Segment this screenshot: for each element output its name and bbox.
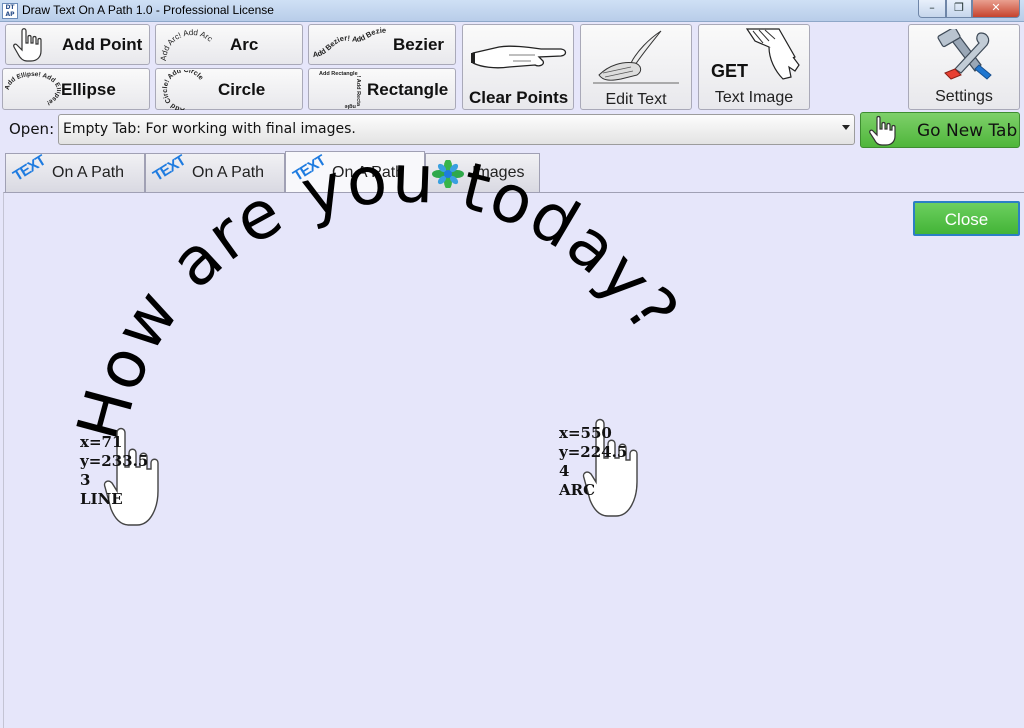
close-window-button[interactable]: ✕	[972, 0, 1020, 18]
rectangle-button[interactable]: Add Rectangle! Add Rectangle Rectangle	[308, 68, 456, 110]
open-dropdown[interactable]: Empty Tab: For working with final images…	[58, 114, 855, 145]
circle-label: Circle	[218, 80, 266, 99]
circle-text-icon: Add Circle! Add Circle	[162, 70, 204, 110]
close-button[interactable]: Close	[913, 201, 1020, 236]
toolbar: Add Point Add Arc! Add Arc Arc Add Bezie…	[0, 22, 1024, 110]
minimize-button[interactable]: –	[918, 0, 946, 18]
edit-text-button[interactable]: Edit Text	[580, 24, 692, 110]
close-label: Close	[944, 210, 989, 229]
edit-text-label: Edit Text	[605, 91, 667, 108]
tab-label: Images	[472, 164, 525, 181]
go-new-tab-label: Go New Tab	[917, 121, 1018, 141]
open-label: Open:	[9, 120, 55, 138]
point-x: x=71	[80, 433, 123, 451]
text-image-label: Text Image	[714, 89, 794, 106]
tab-on-a-path-3[interactable]: TEXT On A Path	[285, 151, 425, 193]
title-bar: DT AP Draw Text On A Path 1.0 - Professi…	[0, 0, 1024, 22]
get-hand-icon: GET	[711, 28, 800, 81]
svg-text:GET: GET	[711, 61, 748, 81]
text-badge-icon: TEXT	[150, 152, 189, 185]
tools-icon	[937, 29, 992, 80]
bezier-button[interactable]: Add Bezier! Add Bezier! Bezier	[308, 24, 456, 65]
svg-text:Add Arc! Add Arc: Add Arc! Add Arc	[160, 28, 214, 61]
svg-text:Add Ellipse! Add Ellipse!: Add Ellipse! Add Ellipse!	[5, 71, 61, 106]
arc-button[interactable]: Add Arc! Add Arc Arc	[155, 24, 303, 65]
svg-text:Add Circle! Add Circle: Add Circle! Add Circle	[162, 70, 204, 110]
add-point-label: Add Point	[62, 35, 143, 54]
text-badge-icon: TEXT	[290, 152, 329, 185]
svg-text:Add Rectangle! Add Rectangle: Add Rectangle! Add Rectangle	[319, 71, 361, 109]
bezier-label: Bezier	[393, 35, 445, 54]
chevron-down-icon	[842, 125, 850, 130]
point-type: ARC	[559, 481, 596, 499]
point-index: 3	[80, 471, 91, 489]
add-point-button[interactable]: Add Point	[5, 24, 150, 65]
settings-label: Settings	[935, 88, 993, 105]
hand-pointer-icon	[869, 115, 896, 146]
tab-strip: TEXT On A Path TEXT On A Path TEXT On A …	[0, 151, 1024, 193]
svg-text:Add Bezier! Add Bezier!: Add Bezier! Add Bezier!	[311, 27, 386, 59]
point-x: x=550	[559, 424, 612, 442]
point-y: y=233.5	[80, 452, 149, 470]
ellipse-text-icon: Add Ellipse! Add Ellipse!	[5, 71, 61, 106]
tab-label: On A Path	[332, 164, 405, 181]
go-new-tab-button[interactable]: Go New Tab	[860, 112, 1020, 148]
tab-on-a-path-1[interactable]: TEXT On A Path	[5, 152, 145, 192]
circle-button[interactable]: Add Circle! Add Circle Circle	[155, 68, 303, 110]
hand-pointer-icon	[13, 28, 42, 62]
clear-points-button[interactable]: Clear Points	[462, 24, 574, 110]
clear-points-label: Clear Points	[469, 88, 569, 107]
app-icon: DT AP	[2, 3, 18, 19]
tab-label: On A Path	[192, 164, 265, 181]
maximize-button[interactable]: ❐	[946, 0, 972, 18]
window-title: Draw Text On A Path 1.0 - Professional L…	[22, 3, 274, 17]
point-index: 4	[559, 462, 570, 480]
point-info-2: x=550 y=224.5 4 ARC	[559, 424, 627, 500]
arc-label: Arc	[230, 35, 259, 54]
point-info-1: x=71 y=233.5 3 LINE	[80, 433, 148, 509]
point-type: LINE	[80, 490, 123, 508]
text-image-button[interactable]: GET Text Image	[698, 24, 810, 110]
pointing-hand-icon	[471, 45, 567, 69]
point-y: y=224.5	[559, 443, 628, 461]
quill-writing-icon	[593, 30, 679, 84]
ellipse-button[interactable]: Add Ellipse! Add Ellipse! Ellipse	[2, 68, 150, 110]
settings-button[interactable]: Settings	[908, 24, 1020, 110]
tab-label: On A Path	[52, 164, 125, 181]
tab-on-a-path-2[interactable]: TEXT On A Path	[145, 152, 285, 192]
tab-images[interactable]: Images	[425, 153, 540, 192]
open-dropdown-value: Empty Tab: For working with final images…	[63, 121, 356, 137]
ellipse-label: Ellipse	[61, 80, 116, 99]
rectangle-label: Rectangle	[367, 80, 449, 99]
text-badge-icon: TEXT	[10, 152, 49, 185]
arc-text-icon: Add Arc! Add Arc	[160, 28, 214, 61]
bezier-text-icon: Add Bezier! Add Bezier!	[311, 27, 386, 59]
open-row: Open: Empty Tab: For working with final …	[0, 112, 1024, 150]
rectangle-text-icon: Add Rectangle! Add Rectangle	[319, 71, 361, 109]
flower-icon	[432, 160, 464, 188]
